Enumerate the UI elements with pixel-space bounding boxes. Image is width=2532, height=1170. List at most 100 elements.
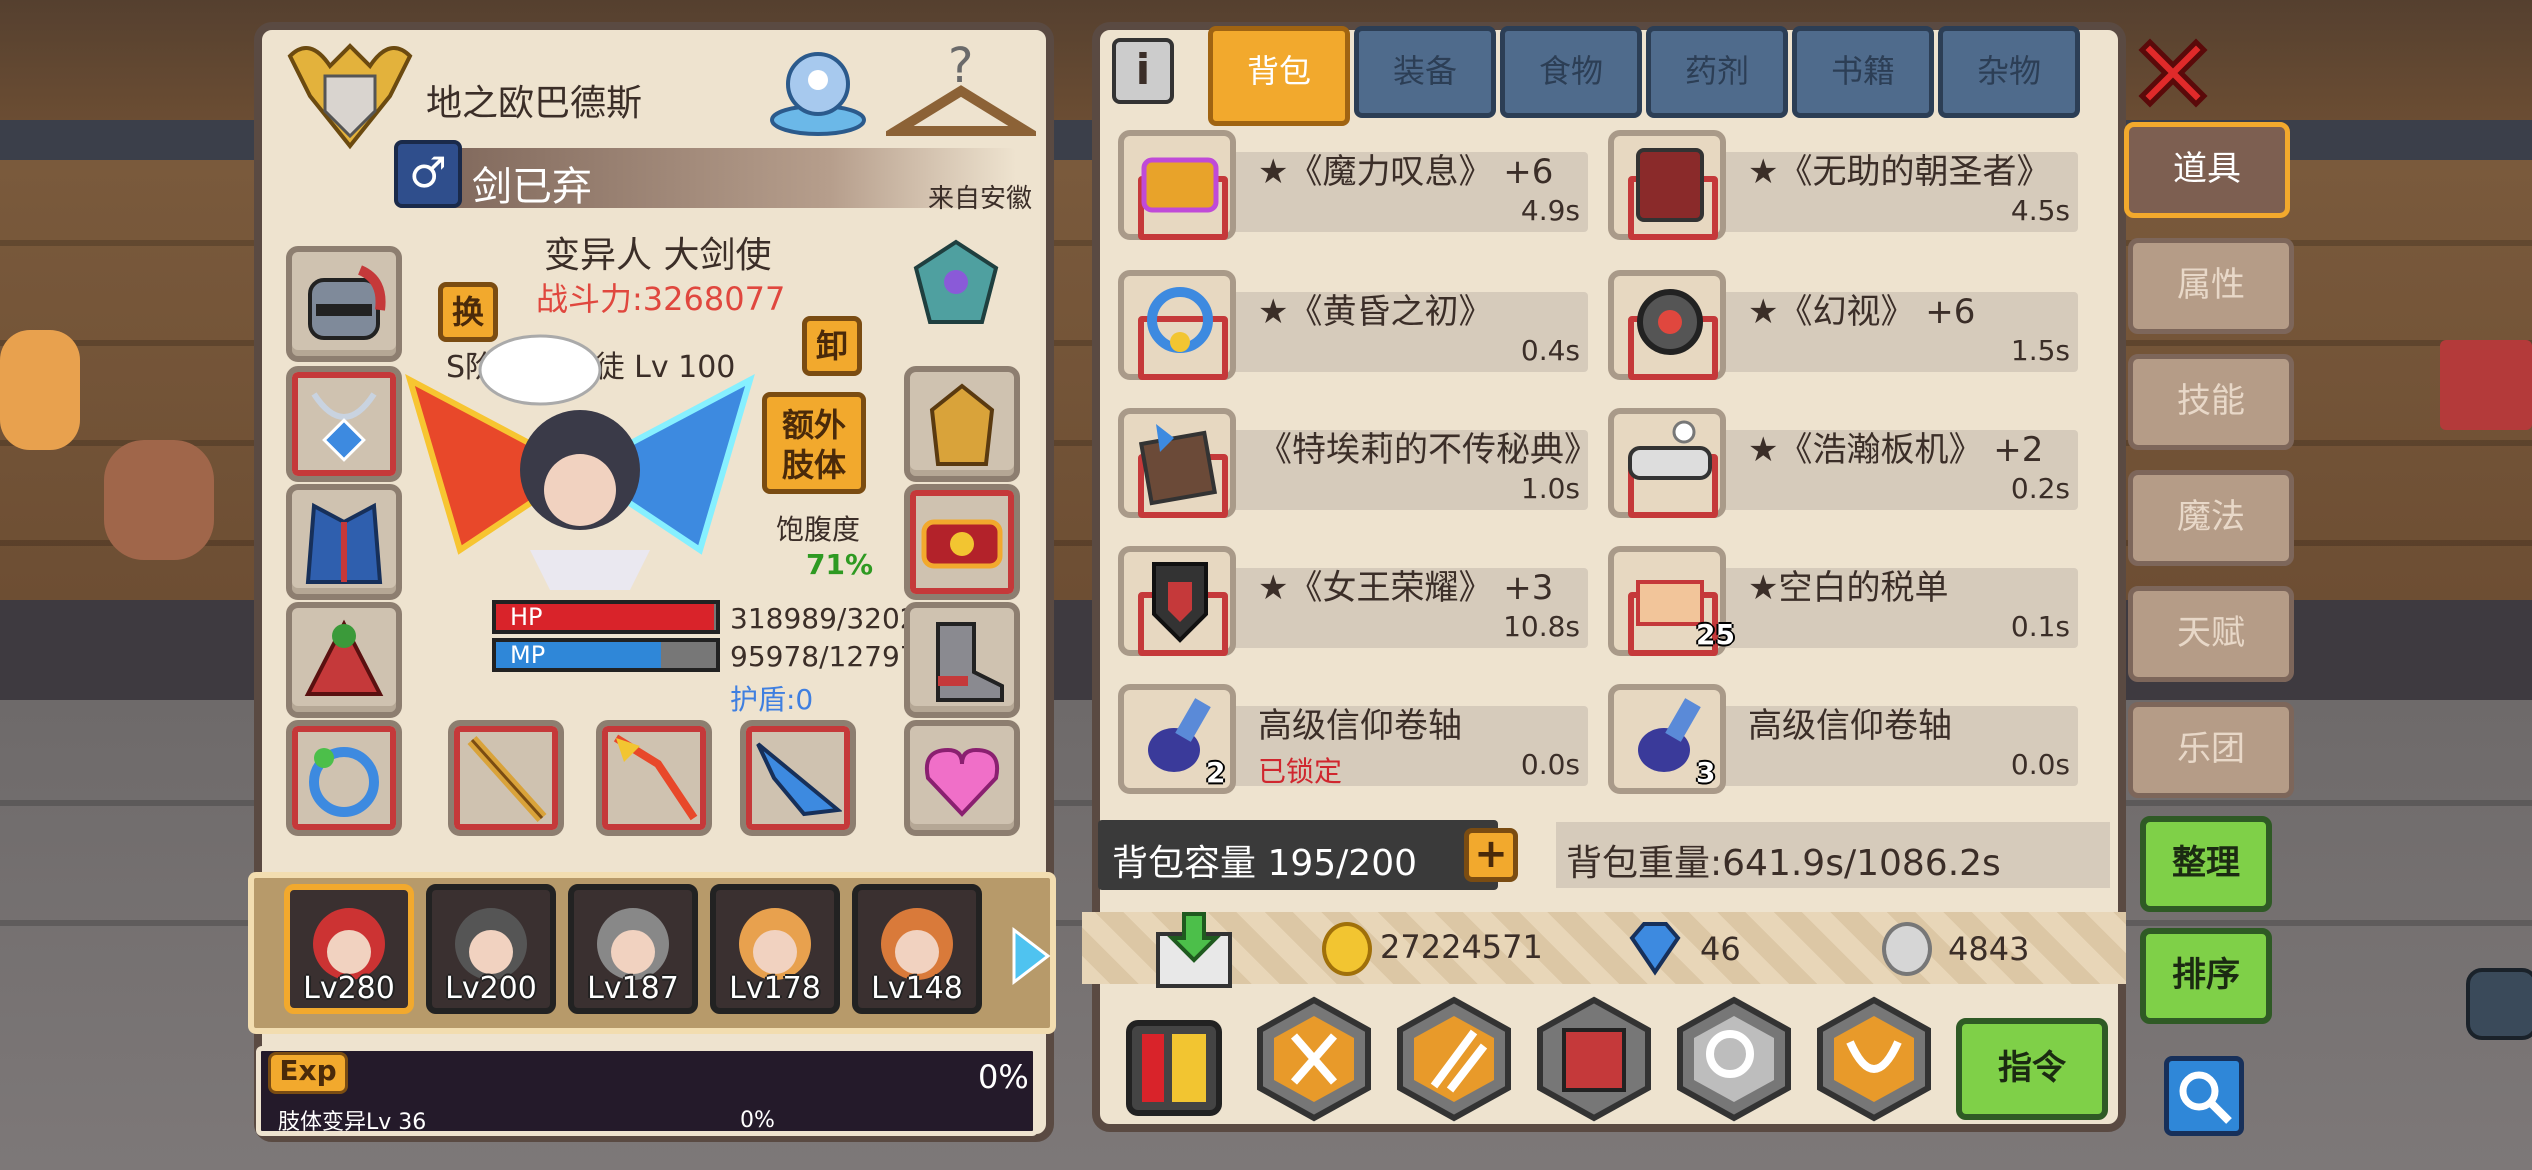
pink-heart-charm-icon bbox=[925, 747, 999, 817]
knight-helmet-icon bbox=[308, 265, 386, 340]
inventory-item[interactable]: ★《浩瀚板机》 +2 0.2s bbox=[1608, 408, 2080, 518]
character-origin: 来自安徽 bbox=[928, 184, 1033, 214]
teal-crest-icon bbox=[913, 239, 999, 324]
side-tab[interactable]: 技能 bbox=[2128, 354, 2294, 450]
race-class: 变异人 大剑使 bbox=[544, 235, 772, 276]
blue-coat-icon bbox=[305, 502, 383, 584]
weapon-slot-2[interactable] bbox=[596, 720, 712, 836]
chest-icon[interactable] bbox=[2466, 968, 2532, 1040]
male-gender-icon: ♂ bbox=[394, 140, 462, 208]
gold-amount: 27224571 bbox=[1380, 928, 1543, 966]
boots-slot[interactable] bbox=[904, 602, 1020, 718]
team-next-arrow-icon[interactable] bbox=[1008, 926, 1052, 986]
inventory-item[interactable]: ★《女王荣耀》 +3 10.8s bbox=[1118, 546, 1590, 656]
item-count: 25 bbox=[1696, 618, 1735, 651]
mp-label: MP bbox=[510, 641, 546, 669]
vision-ring-icon bbox=[1637, 289, 1703, 355]
item-weight: 1.5s bbox=[2010, 334, 2070, 367]
inventory-item[interactable]: ★《魔力叹息》 +6 4.9s bbox=[1118, 130, 1590, 240]
inventory-tab[interactable]: 背包 bbox=[1208, 26, 1350, 126]
download-icon[interactable] bbox=[1150, 910, 1238, 990]
weapon-slot-3[interactable] bbox=[740, 720, 856, 836]
skill-blades-button[interactable] bbox=[1394, 996, 1514, 1122]
inventory-tab[interactable]: 药剂 bbox=[1646, 26, 1788, 118]
info-button[interactable]: i bbox=[1112, 38, 1174, 104]
team-member-level: Lv187 bbox=[587, 971, 679, 1006]
item-weight: 4.9s bbox=[1520, 194, 1580, 227]
skill-magnifier-button[interactable] bbox=[1674, 996, 1794, 1122]
hanger-help-icon[interactable]: ? bbox=[878, 36, 1044, 146]
inventory-tab[interactable]: 书籍 bbox=[1792, 26, 1934, 118]
inventory-tab[interactable]: 装备 bbox=[1354, 26, 1496, 118]
satiety-value: 71% bbox=[806, 548, 874, 581]
search-button[interactable] bbox=[2164, 1056, 2244, 1136]
item-name: ★空白的税单 bbox=[1748, 568, 1949, 608]
ring-slot[interactable] bbox=[286, 720, 402, 836]
side-tab[interactable]: 道具 bbox=[2124, 122, 2290, 218]
organize-button[interactable]: 整理 bbox=[2140, 816, 2272, 912]
item-name: ★《幻视》 +6 bbox=[1748, 292, 1976, 332]
item-icon-box bbox=[1118, 546, 1236, 656]
inventory-tab[interactable]: 杂物 bbox=[1938, 26, 2080, 118]
golden-gauntlet-icon bbox=[929, 383, 995, 466]
inventory-item[interactable]: ★《幻视》 +6 1.5s bbox=[1608, 270, 2080, 380]
extra-limb-button[interactable]: 额外肢体 bbox=[762, 392, 866, 494]
inventory-item[interactable]: ★空白的税单 0.1s 25 bbox=[1608, 546, 2080, 656]
red-belt-icon bbox=[921, 519, 1003, 569]
skill-bull-button[interactable] bbox=[1814, 996, 1934, 1122]
team-member-portrait[interactable]: Lv280 bbox=[284, 884, 414, 1014]
mp-bar: MP bbox=[492, 638, 720, 672]
necklace-slot[interactable] bbox=[286, 366, 402, 482]
dusk-ring-icon bbox=[1147, 287, 1213, 353]
expand-bag-button[interactable]: + bbox=[1464, 828, 1518, 882]
cloak-slot[interactable] bbox=[286, 602, 402, 718]
team-member-portrait[interactable]: Lv178 bbox=[710, 884, 840, 1014]
item-weight: 0.2s bbox=[2010, 472, 2070, 505]
item-icon-box bbox=[1118, 408, 1236, 518]
unequip-button[interactable]: 卸 bbox=[802, 316, 862, 376]
item-icon-box bbox=[1118, 270, 1236, 380]
skill-shuriken-button[interactable] bbox=[1254, 996, 1374, 1122]
secret-tome-icon bbox=[1138, 424, 1218, 506]
inventory-tab[interactable]: 食物 bbox=[1500, 26, 1642, 118]
command-button[interactable]: 指令 bbox=[1956, 1018, 2108, 1120]
belt-slot[interactable] bbox=[904, 484, 1020, 600]
limb-mutation-level: 肢体变异Lv 36 bbox=[278, 1110, 427, 1135]
number-order-button[interactable] bbox=[1126, 1020, 1222, 1116]
team-member-level: Lv200 bbox=[445, 971, 537, 1006]
item-weight: 0.1s bbox=[2010, 610, 2070, 643]
charm-slot[interactable] bbox=[904, 720, 1020, 836]
inventory-item[interactable]: 《特埃莉的不传秘典》 1.0s bbox=[1118, 408, 1598, 518]
gold-coin-icon bbox=[1322, 922, 1372, 976]
team-member-portrait[interactable]: Lv200 bbox=[426, 884, 556, 1014]
armor-slot[interactable] bbox=[286, 484, 402, 600]
side-tab[interactable]: 乐团 bbox=[2128, 702, 2294, 798]
helmet-slot[interactable] bbox=[286, 246, 402, 362]
item-name: ★《无助的朝圣者》 bbox=[1748, 152, 2051, 192]
close-button[interactable] bbox=[2130, 30, 2216, 116]
golden-staff-icon bbox=[467, 735, 547, 822]
side-tab[interactable]: 魔法 bbox=[2128, 470, 2294, 566]
gauntlet-slot[interactable] bbox=[904, 366, 1020, 482]
inventory-item[interactable]: 高级信仰卷轴 0.0s 3 bbox=[1608, 684, 2080, 794]
weapon-slot-1[interactable] bbox=[448, 720, 564, 836]
item-dice-button[interactable] bbox=[1534, 996, 1654, 1122]
crystal-beacon-icon[interactable] bbox=[764, 40, 872, 140]
inventory-item[interactable]: ★《无助的朝圣者》 4.5s bbox=[1608, 130, 2080, 240]
blue-ring-icon bbox=[309, 747, 379, 817]
background-villager bbox=[0, 330, 80, 450]
sapphire-necklace-icon bbox=[311, 392, 377, 462]
amulet-slot[interactable] bbox=[904, 230, 1020, 346]
item-name: ★《浩瀚板机》 +2 bbox=[1748, 430, 2044, 470]
svg-text:?: ? bbox=[948, 38, 973, 94]
sort-button[interactable]: 排序 bbox=[2140, 928, 2272, 1024]
exp-label: Exp bbox=[268, 1052, 348, 1094]
inventory-item[interactable]: ★《黄昏之初》 0.4s bbox=[1118, 270, 1590, 380]
bag-capacity: 背包容量 195/200 bbox=[1112, 843, 1417, 884]
satiety-label: 饱腹度 bbox=[776, 513, 861, 546]
side-tab[interactable]: 属性 bbox=[2128, 238, 2294, 334]
inventory-item[interactable]: 高级信仰卷轴 0.0s 2 已锁定 bbox=[1118, 684, 1590, 794]
team-member-portrait[interactable]: Lv187 bbox=[568, 884, 698, 1014]
side-tab[interactable]: 天赋 bbox=[2128, 586, 2294, 682]
team-member-portrait[interactable]: Lv148 bbox=[852, 884, 982, 1014]
